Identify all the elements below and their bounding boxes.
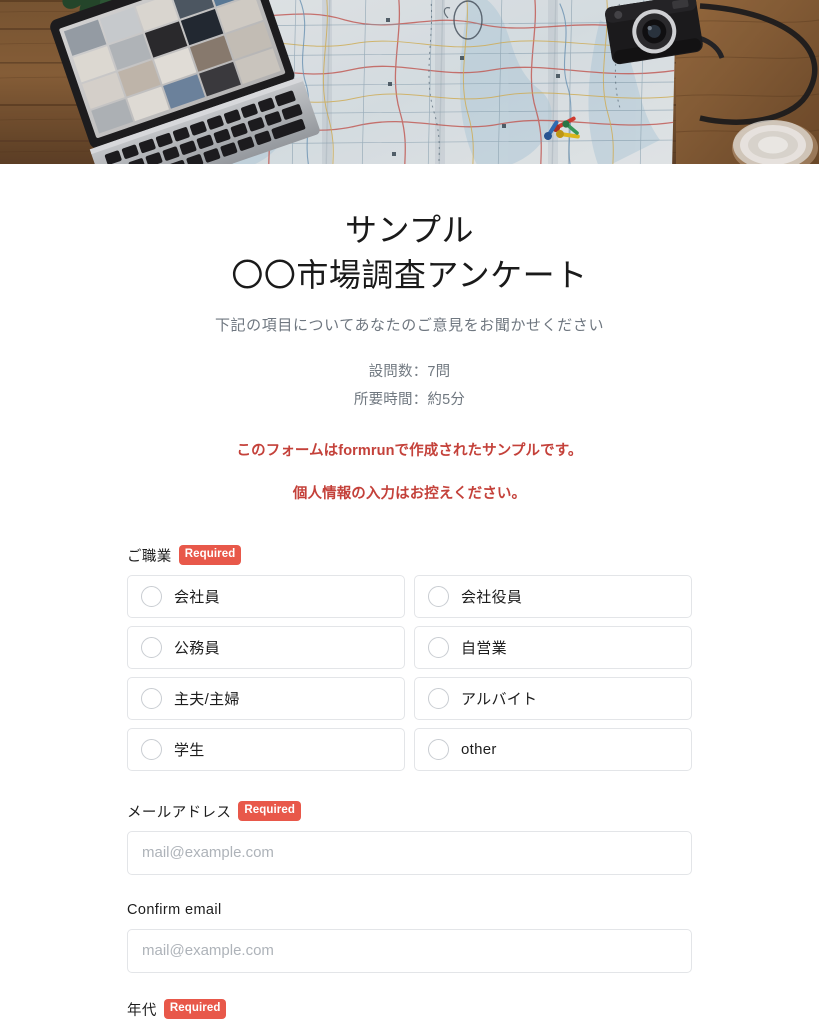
radio-label: 会社役員	[461, 588, 523, 606]
stat-question-count: 設問数：7問	[368, 363, 451, 380]
required-badge: Required	[238, 800, 301, 822]
field-age: 年代 Required 歳	[127, 998, 692, 1024]
field-label-confirm-email: Confirm email	[127, 901, 692, 920]
label-text-confirm-email: Confirm email	[127, 902, 222, 919]
form-page: サンプル 〇〇市場調査アンケート 下記の項目についてあなたのご意見をお聞かせくだ…	[0, 164, 819, 1024]
field-occupation: ご職業 Required 会社員 会社役員 公務員 自営業 主夫/主婦 アルバイ…	[127, 544, 692, 771]
radio-option-self-employed[interactable]: 自営業	[414, 625, 692, 669]
radio-label: other	[461, 740, 497, 758]
hero-photo	[0, 0, 819, 164]
field-confirm-email: Confirm email	[127, 901, 692, 973]
radio-option-civil-servant[interactable]: 公務員	[127, 625, 405, 669]
radio-circle-icon[interactable]	[141, 585, 162, 607]
field-label-occupation: ご職業 Required	[127, 544, 692, 566]
radio-option-part-time[interactable]: アルバイト	[414, 676, 692, 720]
label-text-email: メールアドレス	[127, 804, 232, 821]
radio-label: 学生	[174, 741, 205, 759]
radio-label: アルバイト	[461, 690, 538, 708]
hero-banner-image	[0, 0, 819, 164]
confirm-email-input[interactable]	[127, 928, 692, 973]
radio-circle-icon[interactable]	[428, 738, 449, 760]
form-stats: 設問数：7問 所要時間：約5分	[0, 359, 819, 415]
required-badge: Required	[163, 998, 227, 1020]
form-description: 下記の項目についてあなたのご意見をお聞かせください	[214, 316, 605, 334]
page-title: サンプル 〇〇市場調査アンケート	[0, 208, 819, 299]
radio-label: 会社員	[174, 588, 220, 606]
radio-label: 主夫/主婦	[174, 690, 240, 708]
radio-option-employee[interactable]: 会社員	[127, 574, 405, 618]
sample-notice-line2: 個人情報の入力はお控えください。	[292, 485, 527, 502]
radio-circle-icon[interactable]	[428, 636, 449, 658]
radio-label: 公務員	[174, 639, 220, 657]
radio-circle-icon[interactable]	[428, 687, 449, 709]
label-text-occupation: ご職業	[127, 548, 172, 565]
sample-notice-line1: このフォームはformrunで作成されたサンプルです。	[236, 442, 583, 459]
email-input[interactable]	[127, 830, 692, 875]
stat-estimated-time: 所要時間：約5分	[353, 391, 466, 408]
occupation-options: 会社員 会社役員 公務員 自営業 主夫/主婦 アルバイト 学生 other	[127, 574, 692, 771]
sample-notice: このフォームはformrunで作成されたサンプルです。 個人情報の入力はお控えく…	[0, 441, 819, 505]
radio-option-student[interactable]: 学生	[127, 727, 405, 771]
radio-option-other[interactable]: other	[414, 727, 692, 771]
radio-label: 自営業	[461, 639, 507, 657]
form-header: サンプル 〇〇市場調査アンケート 下記の項目についてあなたのご意見をお聞かせくだ…	[0, 208, 819, 505]
label-text-age: 年代	[127, 1002, 157, 1019]
radio-circle-icon[interactable]	[141, 687, 162, 709]
radio-circle-icon[interactable]	[141, 636, 162, 658]
page-title-line2: 〇〇市場調査アンケート	[231, 257, 588, 294]
field-label-email: メールアドレス Required	[127, 800, 692, 822]
radio-circle-icon[interactable]	[428, 585, 449, 607]
field-email: メールアドレス Required	[127, 800, 692, 875]
required-badge: Required	[178, 544, 242, 566]
field-label-age: 年代 Required	[127, 998, 692, 1020]
radio-circle-icon[interactable]	[141, 738, 162, 760]
survey-form: ご職業 Required 会社員 会社役員 公務員 自営業 主夫/主婦 アルバイ…	[127, 505, 692, 1024]
radio-option-executive[interactable]: 会社役員	[414, 574, 692, 618]
radio-option-homemaker[interactable]: 主夫/主婦	[127, 676, 405, 720]
page-title-line1: サンプル	[344, 212, 475, 248]
